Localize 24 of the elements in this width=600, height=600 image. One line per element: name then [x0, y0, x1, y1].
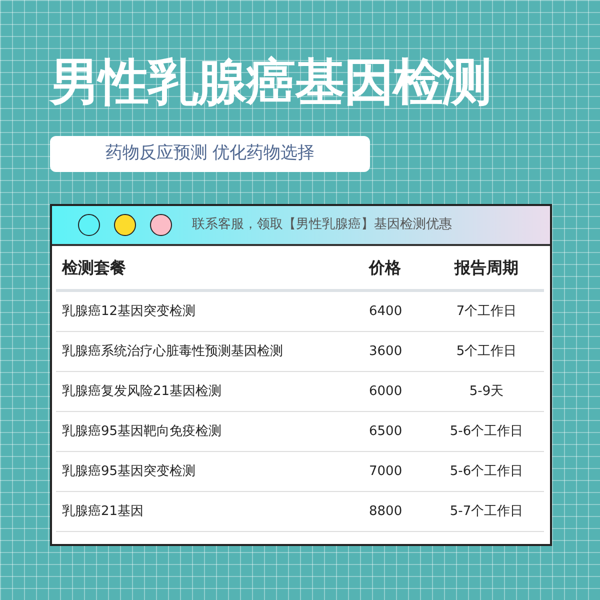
table-cell-text: 乳腺癌95基因靶向免疫检测: [61, 422, 223, 441]
table-cell-text: 5-6个工作日: [448, 422, 524, 441]
table-cell-text: 乳腺癌12基因突变检测: [61, 302, 197, 321]
table-cell-text: 5-9天: [468, 382, 505, 401]
table-cell-text: 7个工作日: [455, 302, 518, 321]
table-cell-text: 6400: [369, 302, 404, 321]
column-header: 报告周期: [453, 256, 520, 278]
subtitle-label: 药物反应预测 优化药物选择: [50, 136, 370, 172]
table-cell-text: 乳腺癌95基因突变检测: [61, 462, 197, 481]
table-cell-text: 5-6个工作日: [448, 462, 524, 481]
column-header: 检测套餐: [60, 256, 127, 278]
table-cell-text: 5-7个工作日: [448, 502, 524, 521]
table-cell-text: 8800: [369, 502, 404, 521]
table-cell-text: 6000: [369, 382, 404, 401]
table-cell-text: 乳腺癌21基因: [61, 502, 145, 521]
page-title: 男性乳腺癌基因检测: [50, 52, 492, 112]
column-header: 价格: [369, 256, 402, 278]
table-cell-text: 6500: [369, 422, 404, 441]
banner-text: 联系客服，领取【男性乳腺癌】基因检测优惠: [192, 216, 452, 234]
table-cell-text: 乳腺癌复发风险21基因检测: [61, 382, 223, 401]
table-cell-text: 乳腺癌系统治疗心脏毒性预测基因检测: [61, 342, 284, 361]
table-cell-text: 5个工作日: [455, 342, 518, 361]
table-cell-text: 3600: [369, 342, 404, 361]
table-cell-text: 7000: [369, 462, 404, 481]
